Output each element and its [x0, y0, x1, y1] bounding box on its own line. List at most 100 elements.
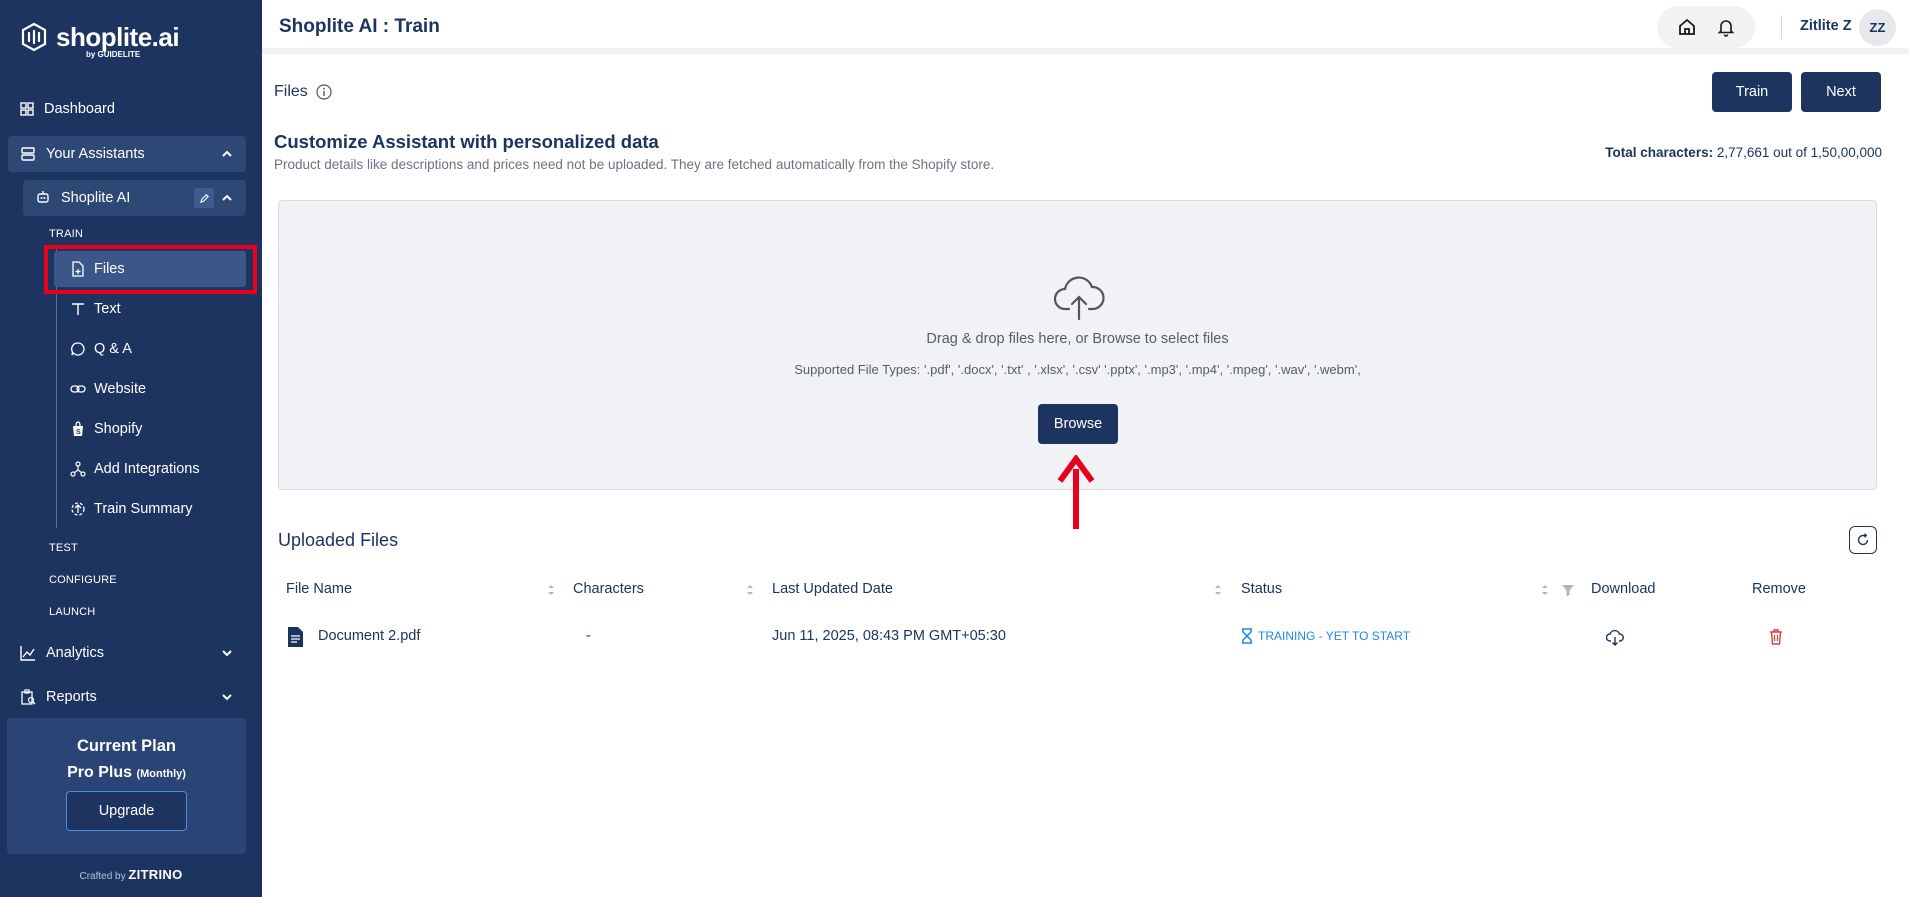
- sort-icon[interactable]: [1540, 582, 1550, 598]
- logo-subtitle: by GUIDELITE: [86, 50, 141, 59]
- filter-icon[interactable]: [1561, 582, 1575, 598]
- sidebar-item-label: Text: [94, 301, 121, 317]
- characters-cell: -: [586, 628, 591, 644]
- sidebar-item-label: Q & A: [94, 341, 132, 357]
- sidebar-item-label: Shopify: [94, 421, 143, 437]
- column-header-characters[interactable]: Characters: [573, 581, 644, 597]
- nav-dashboard-label: Dashboard: [44, 101, 115, 117]
- edit-assistant-button[interactable]: [194, 188, 214, 208]
- logo-text: shoplite.ai: [56, 22, 180, 52]
- section-train: TRAIN: [49, 228, 83, 240]
- status-badge: TRAINING - YET TO START: [1241, 628, 1410, 644]
- browse-button[interactable]: Browse: [1038, 404, 1118, 444]
- avatar[interactable]: ZZ: [1859, 9, 1896, 46]
- plan-title: Current Plan: [76, 737, 177, 755]
- files-heading-label: Files: [274, 83, 308, 100]
- sidebar-item-add-integrations[interactable]: Add Integrations: [64, 453, 246, 485]
- page-title: Shoplite AI : Train: [279, 16, 440, 37]
- trash-icon[interactable]: [1769, 629, 1783, 645]
- header-divider: [1781, 15, 1782, 39]
- sidebar-item-qa[interactable]: Q & A: [64, 333, 246, 365]
- column-header-last-updated[interactable]: Last Updated Date: [772, 581, 893, 597]
- reports-icon: [21, 689, 36, 705]
- assistants-icon: [21, 147, 35, 161]
- nav-your-assistants[interactable]: Your Assistants: [8, 136, 246, 172]
- crafted-by: Crafted by ZITRINO: [0, 867, 262, 882]
- crafted-by-brand: ZITRINO: [128, 867, 183, 882]
- header-icon-group: [1657, 6, 1755, 48]
- section-test[interactable]: TEST: [49, 542, 78, 554]
- sidebar-item-label: Website: [94, 381, 147, 397]
- file-dropzone[interactable]: Drag & drop files here, or Browse to sel…: [278, 200, 1877, 490]
- nav-dashboard[interactable]: Dashboard: [8, 91, 246, 127]
- edit-icon: [199, 193, 209, 203]
- assistant-name: Shoplite AI: [61, 190, 131, 206]
- top-header: Shoplite AI : Train Zitlite Z ZZ: [262, 0, 1909, 54]
- upgrade-button[interactable]: Upgrade: [66, 791, 187, 831]
- pdf-file-icon: [288, 627, 303, 647]
- hourglass-icon: [1242, 628, 1252, 644]
- annotation-arrow-icon: [1057, 455, 1095, 529]
- column-header-status[interactable]: Status: [1241, 581, 1282, 597]
- summary-icon: [71, 502, 85, 516]
- integrations-icon: [70, 461, 86, 477]
- next-button[interactable]: Next: [1801, 72, 1881, 112]
- download-icon[interactable]: [1606, 629, 1624, 647]
- bot-icon: [37, 191, 49, 203]
- chevron-down-icon[interactable]: [220, 690, 234, 704]
- dropzone-instruction: Drag & drop files here, or Browse to sel…: [926, 331, 1229, 347]
- plan-period: (Monthly): [136, 768, 186, 780]
- chat-icon: [71, 342, 85, 356]
- sort-icon[interactable]: [1213, 582, 1223, 598]
- home-icon[interactable]: [1677, 17, 1697, 37]
- files-heading: Files: [274, 83, 332, 101]
- annotation-highlight-box: [44, 245, 257, 294]
- sort-icon[interactable]: [745, 582, 755, 598]
- plan-name-text: Pro Plus: [67, 764, 132, 781]
- bell-icon[interactable]: [1716, 17, 1736, 37]
- nav-reports-label: Reports: [46, 689, 97, 705]
- column-header-file-name[interactable]: File Name: [286, 581, 352, 597]
- status-text: TRAINING - YET TO START: [1258, 629, 1411, 643]
- refresh-button[interactable]: [1849, 526, 1877, 554]
- current-plan-card: Current Plan Pro Plus (Monthly) Upgrade: [7, 718, 246, 854]
- train-button[interactable]: Train: [1712, 72, 1792, 112]
- nav-reports[interactable]: Reports: [8, 679, 246, 715]
- svg-text:S: S: [76, 429, 81, 436]
- sidebar-item-website[interactable]: Website: [64, 373, 246, 405]
- analytics-icon: [20, 646, 35, 661]
- dashboard-icon: [20, 102, 34, 116]
- file-name-cell[interactable]: Document 2.pdf: [318, 628, 420, 644]
- chevron-up-icon[interactable]: [220, 147, 234, 161]
- sidebar-item-label: Train Summary: [94, 501, 193, 517]
- logo[interactable]: shoplite.ai: [20, 22, 180, 52]
- shopify-icon: S: [73, 421, 83, 436]
- info-icon[interactable]: [316, 84, 332, 100]
- nav-your-assistants-label: Your Assistants: [46, 146, 145, 162]
- nav-analytics[interactable]: Analytics: [8, 635, 246, 671]
- section-configure[interactable]: CONFIGURE: [49, 574, 117, 586]
- link-icon: [70, 385, 86, 393]
- total-characters-label: Total characters:: [1605, 145, 1714, 160]
- section-launch[interactable]: LAUNCH: [49, 606, 95, 618]
- plan-name: Pro Plus (Monthly): [7, 764, 246, 782]
- uploaded-files-title: Uploaded Files: [278, 530, 399, 550]
- sidebar-item-train-summary[interactable]: Train Summary: [64, 493, 246, 525]
- chevron-down-icon[interactable]: [220, 646, 234, 660]
- sidebar-item-text[interactable]: Text: [64, 293, 246, 325]
- chevron-up-icon[interactable]: [220, 191, 234, 205]
- sidebar-item-label: Add Integrations: [94, 461, 200, 477]
- cloud-upload-icon: [1053, 276, 1105, 321]
- customize-subtitle: Product details like descriptions and pr…: [274, 157, 995, 172]
- sidebar: shoplite.ai by GUIDELITE Dashboard Your …: [0, 0, 262, 897]
- nav-analytics-label: Analytics: [46, 645, 105, 661]
- user-name[interactable]: Zitlite Z: [1800, 18, 1852, 34]
- text-icon: [72, 303, 84, 315]
- last-updated-cell: Jun 11, 2025, 08:43 PM GMT+05:30: [772, 628, 1006, 644]
- nav-assistant-shoplite[interactable]: Shoplite AI: [23, 180, 246, 216]
- sidebar-item-shopify[interactable]: S Shopify: [64, 413, 246, 445]
- crafted-by-label: Crafted by: [79, 871, 126, 882]
- logo-icon: [21, 22, 47, 52]
- refresh-icon: [1857, 533, 1869, 546]
- sort-icon[interactable]: [546, 582, 556, 598]
